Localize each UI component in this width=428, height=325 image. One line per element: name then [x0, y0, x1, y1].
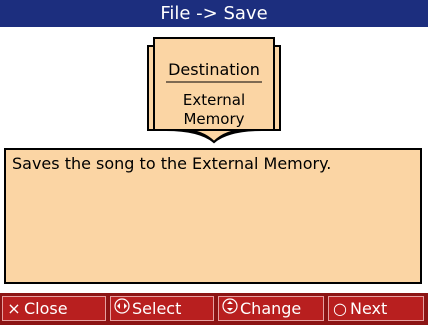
message-text: Saves the song to the External Memory. [12, 154, 332, 173]
screen-title: File -> Save [160, 3, 268, 24]
book-value-line2: Memory [183, 110, 245, 128]
change-label: Change [240, 299, 302, 318]
close-button[interactable]: × Close [2, 296, 106, 321]
close-x-icon: × [7, 299, 21, 318]
destination-book[interactable]: Destination External Memory [142, 34, 286, 144]
function-bar: × Close Select Change ○ Next [0, 293, 428, 325]
close-label: Close [24, 299, 68, 318]
change-button[interactable]: Change [218, 296, 324, 321]
title-bar: File -> Save [0, 0, 428, 27]
next-label: Next [350, 299, 388, 318]
next-button[interactable]: ○ Next [328, 296, 424, 321]
circle-icon: ○ [333, 299, 347, 318]
book-value: External Memory [166, 91, 262, 129]
select-label: Select [132, 299, 182, 318]
select-button[interactable]: Select [110, 296, 214, 321]
left-right-arrows-icon [114, 297, 130, 320]
book-heading: Destination [168, 60, 260, 79]
book-value-line1: External [182, 91, 246, 109]
up-down-arrows-icon [222, 297, 238, 320]
message-panel: Saves the song to the External Memory. [4, 148, 422, 284]
